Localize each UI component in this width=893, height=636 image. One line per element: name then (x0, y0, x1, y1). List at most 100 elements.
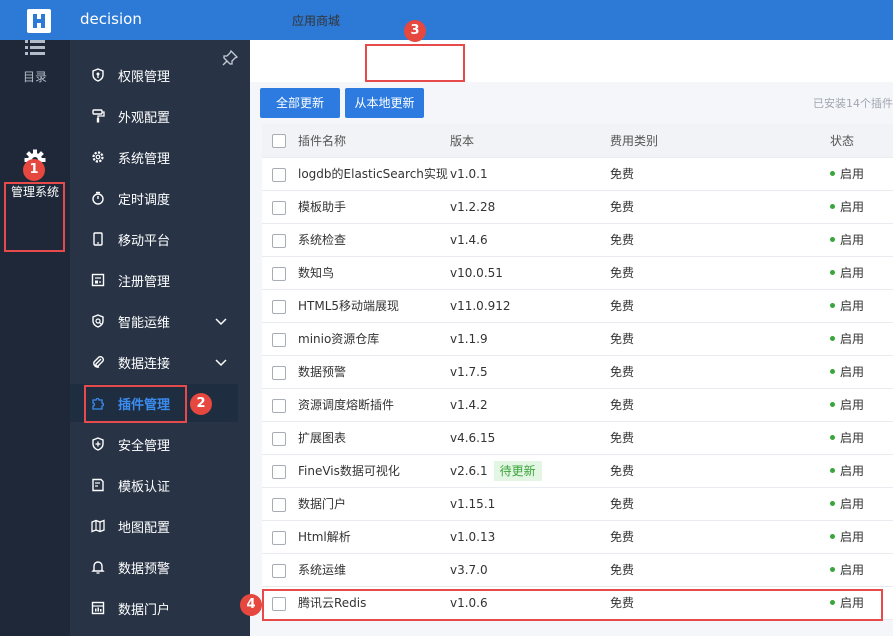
list-icon (25, 40, 45, 55)
plugin-name: 扩展图表 (298, 431, 347, 445)
plugin-fee: 免费 (610, 200, 635, 214)
table-row[interactable]: 资源调度熔断插件 v1.4.2 免费 启用 (262, 389, 893, 422)
plugin-version-value: v1.15.1 (450, 497, 496, 511)
row-checkbox[interactable] (272, 465, 286, 479)
table-row[interactable]: 系统检查 v1.4.6 免费 启用 (262, 224, 893, 257)
sidebar-item-data-portal[interactable]: 数据门户 (70, 589, 238, 627)
portal-icon (90, 600, 106, 616)
plugin-status[interactable]: 启用 (830, 521, 864, 554)
plugin-status-label: 启用 (840, 332, 865, 346)
table-row[interactable]: 数据预警 v1.7.5 免费 启用 (262, 356, 893, 389)
status-dot-icon (830, 270, 835, 275)
sidebar-item-smart-ops[interactable]: 智能运维 (70, 302, 238, 340)
sidebar-item-label: 安全管理 (118, 438, 171, 454)
status-dot-icon (830, 303, 835, 308)
plugin-status[interactable]: 启用 (830, 356, 864, 389)
plugin-status-label: 启用 (840, 365, 865, 379)
plugin-fee: 免费 (610, 563, 635, 577)
update-all-button[interactable]: 全部更新 (260, 88, 340, 118)
row-checkbox[interactable] (272, 168, 286, 182)
plugin-status[interactable]: 启用 (830, 323, 864, 356)
plugin-version: v1.4.2 (450, 389, 488, 422)
column-header-version: 版本 (450, 134, 475, 148)
plugin-status[interactable]: 启用 (830, 158, 864, 191)
plugin-fee: 免费 (610, 365, 635, 379)
plugin-name: 系统检查 (298, 233, 347, 247)
row-checkbox[interactable] (272, 333, 286, 347)
row-checkbox[interactable] (272, 432, 286, 446)
sidebar-item-label: 外观配置 (118, 110, 171, 126)
sidebar-item-label: 数据预警 (118, 561, 171, 577)
rail-directory[interactable]: 目录 (0, 38, 70, 98)
table-row[interactable]: 数据门户 v1.15.1 免费 启用 (262, 488, 893, 521)
plugin-status[interactable]: 启用 (830, 389, 864, 422)
update-from-local-button[interactable]: 从本地更新 (345, 88, 424, 118)
plugin-status[interactable]: 启用 (830, 191, 864, 224)
plugin-status-label: 启用 (840, 266, 865, 280)
chevron-down-icon[interactable] (214, 314, 228, 328)
sidebar-item-data-connection[interactable]: 数据连接 (70, 343, 238, 381)
sidebar-item-label: 数据连接 (118, 356, 171, 372)
sidebar-item-registration[interactable]: 注册管理 (70, 261, 238, 299)
sidebar-item-system[interactable]: 系统管理 (70, 138, 238, 176)
registration-icon (90, 272, 106, 288)
table-row[interactable]: logdb的ElasticSearch实现 v1.0.1 免费 启用 (262, 158, 893, 191)
plugin-status[interactable]: 启用 (830, 422, 864, 455)
row-checkbox[interactable] (272, 300, 286, 314)
row-checkbox[interactable] (272, 531, 286, 545)
plugin-fee: 免费 (610, 233, 635, 247)
row-checkbox[interactable] (272, 564, 286, 578)
plugin-name: minio资源仓库 (298, 332, 380, 346)
tab-bar (250, 40, 893, 82)
table-row[interactable]: FineVis数据可视化 v2.6.1 待更新 免费 启用 (262, 455, 893, 488)
callout-badge-3: 3 (404, 20, 426, 42)
row-checkbox[interactable] (272, 234, 286, 248)
plugin-version-value: v1.0.13 (450, 530, 496, 544)
update-available-badge[interactable]: 待更新 (493, 461, 542, 481)
sidebar-item-mobile[interactable]: 移动平台 (70, 220, 238, 258)
plugin-status[interactable]: 启用 (830, 224, 864, 257)
plugin-status[interactable]: 启用 (830, 488, 864, 521)
sidebar-item-label: 数据门户 (118, 602, 171, 618)
status-dot-icon (830, 534, 835, 539)
table-row[interactable]: 数知鸟 v10.0.51 免费 启用 (262, 257, 893, 290)
sidebar-item-template-auth[interactable]: 模板认证 (70, 466, 238, 504)
plugin-status[interactable]: 启用 (830, 290, 864, 323)
sidebar-item-permissions[interactable]: 权限管理 (70, 56, 238, 94)
sidebar-item-appearance[interactable]: 外观配置 (70, 97, 238, 135)
row-checkbox[interactable] (272, 399, 286, 413)
row-checkbox[interactable] (272, 498, 286, 512)
plugin-status-label: 启用 (840, 233, 865, 247)
plugin-version: v1.0.1 (450, 158, 488, 191)
plugin-version-value: v4.6.15 (450, 431, 496, 445)
table-row[interactable]: Html解析 v1.0.13 免费 启用 (262, 521, 893, 554)
row-checkbox[interactable] (272, 201, 286, 215)
rail-directory-label: 目录 (22, 70, 47, 84)
plugin-status[interactable]: 启用 (830, 554, 864, 587)
plugin-status[interactable]: 启用 (830, 257, 864, 290)
chevron-down-icon[interactable] (214, 355, 228, 369)
plugin-status[interactable]: 启用 (830, 455, 864, 488)
sidebar-item-security[interactable]: 安全管理 (70, 425, 238, 463)
plugin-name: Html解析 (298, 530, 351, 544)
plugin-fee: 免费 (610, 497, 635, 511)
table-row[interactable]: 系统运维 v3.7.0 免费 启用 (262, 554, 893, 587)
plugin-version-value: v3.7.0 (450, 563, 488, 577)
map-icon (90, 518, 106, 534)
plugin-fee: 免费 (610, 299, 635, 313)
tab-app-store[interactable]: 应用商城 (280, 0, 352, 42)
sidebar-item-data-alert[interactable]: 数据预警 (70, 548, 238, 586)
sidebar-item-label: 权限管理 (118, 69, 171, 85)
table-row[interactable]: HTML5移动端展现 v11.0.912 免费 启用 (262, 290, 893, 323)
status-dot-icon (830, 468, 835, 473)
table-row[interactable]: 模板助手 v1.2.28 免费 启用 (262, 191, 893, 224)
table-row[interactable]: minio资源仓库 v1.1.9 免费 启用 (262, 323, 893, 356)
row-checkbox[interactable] (272, 366, 286, 380)
select-all-checkbox[interactable] (272, 134, 286, 148)
table-row[interactable]: 扩展图表 v4.6.15 免费 启用 (262, 422, 893, 455)
row-checkbox[interactable] (272, 267, 286, 281)
sidebar-item-map-config[interactable]: 地图配置 (70, 507, 238, 545)
plugin-status-label: 启用 (840, 464, 865, 478)
sidebar-item-scheduler[interactable]: 定时调度 (70, 179, 238, 217)
plugin-version: v2.6.1 待更新 (450, 455, 542, 488)
